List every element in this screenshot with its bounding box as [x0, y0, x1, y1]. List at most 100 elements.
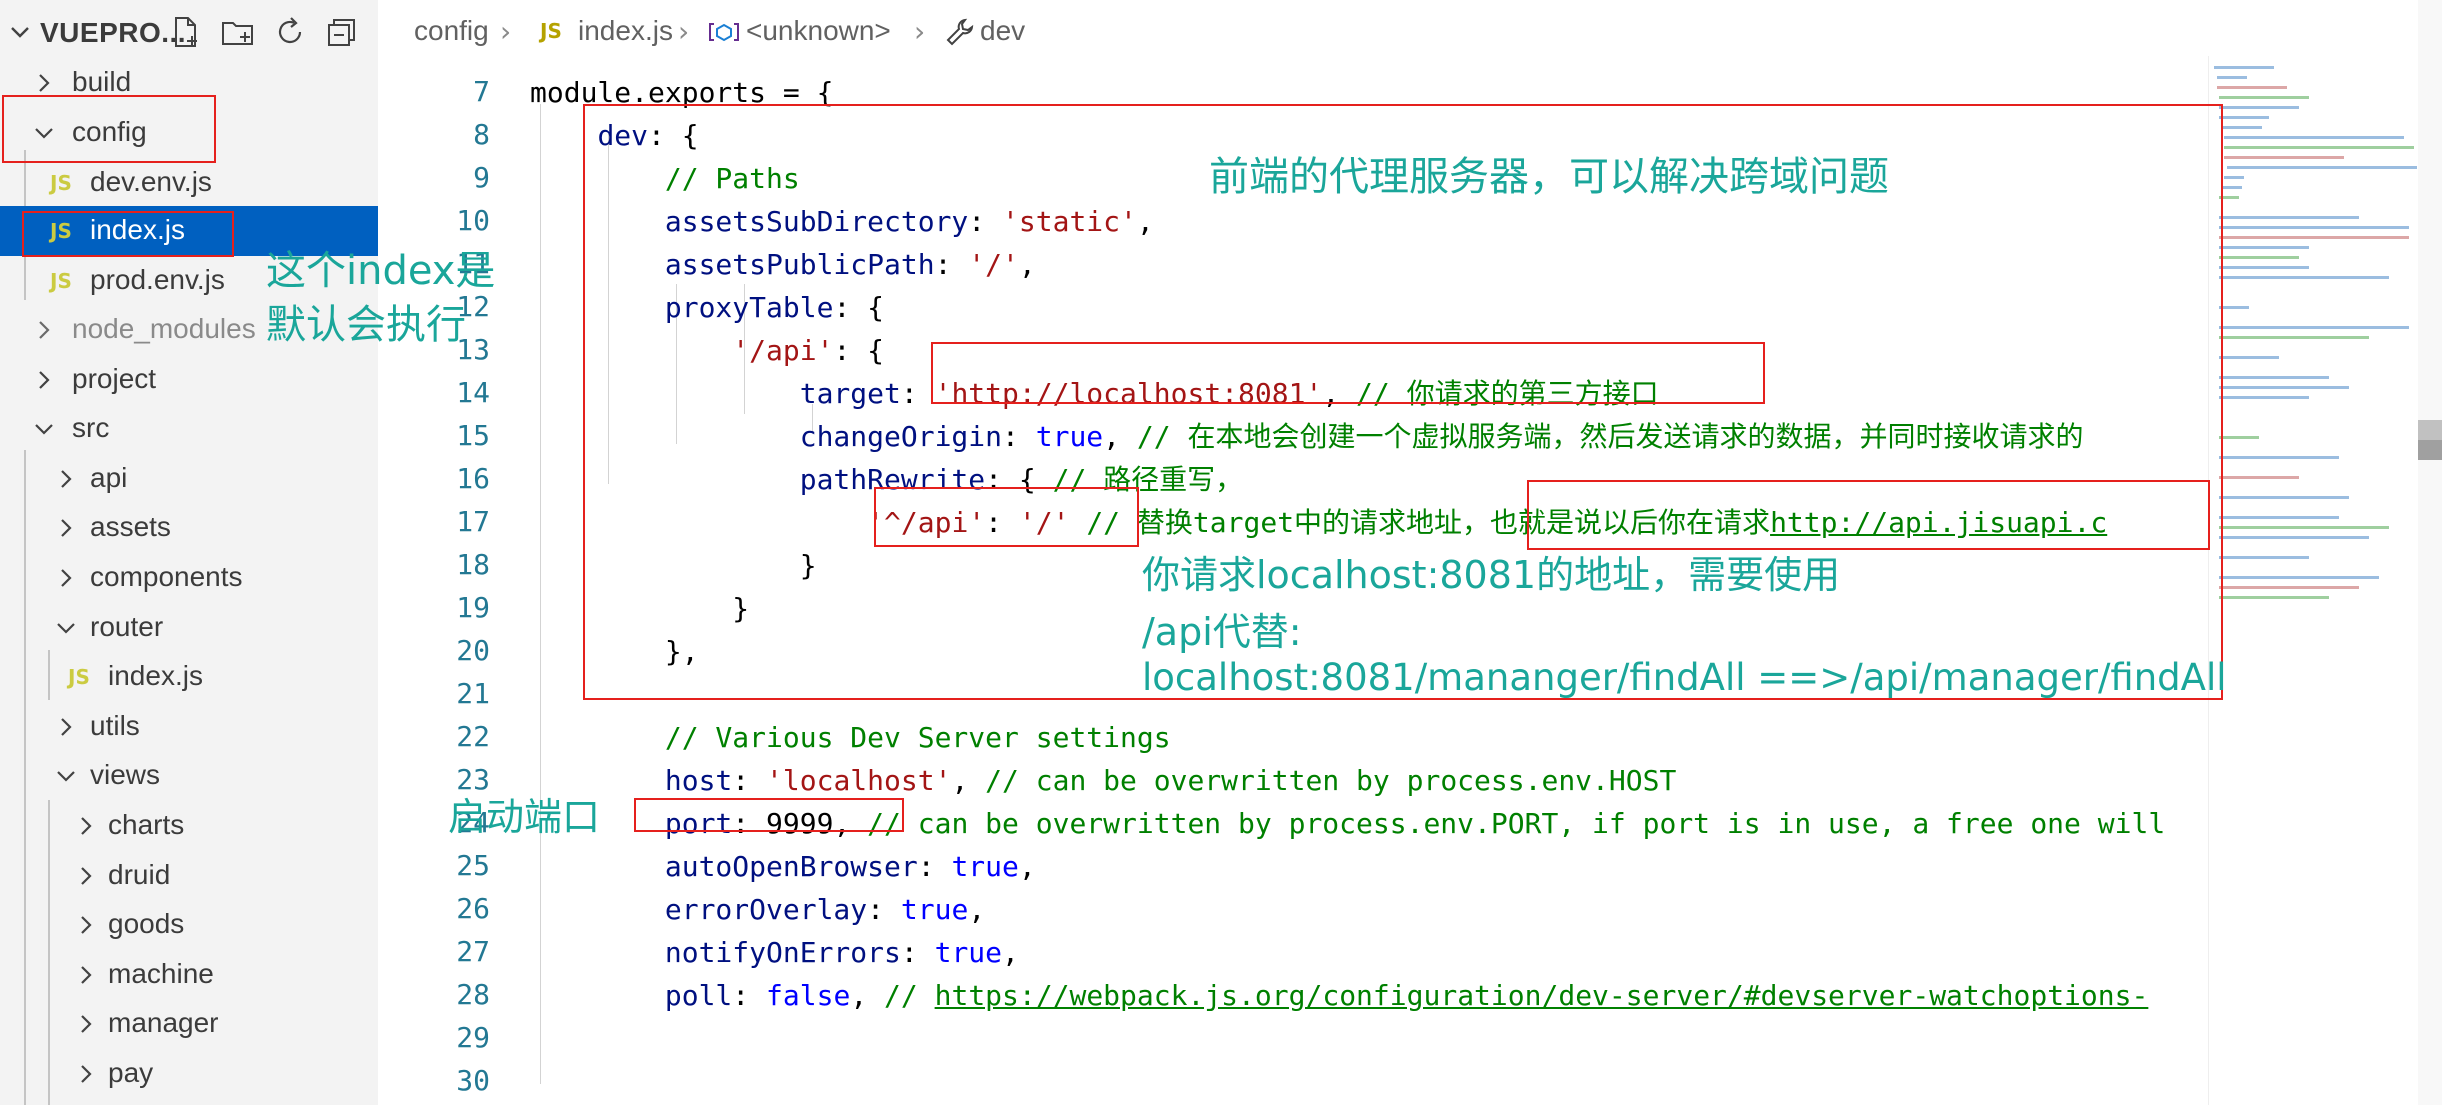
minimap-line — [2219, 226, 2409, 229]
minimap-line — [2219, 516, 2339, 519]
line-number: 29 — [456, 1021, 490, 1054]
tree-item-druid[interactable]: druid — [0, 851, 378, 901]
minimap-line — [2216, 76, 2247, 79]
tree-item-machine[interactable]: machine — [0, 950, 378, 1000]
tree-item-label: views — [90, 759, 161, 790]
minimap-line — [2224, 146, 2414, 149]
tree-item-label: dev.env.js — [90, 166, 212, 197]
minimap-line — [2224, 176, 2244, 179]
minimap-line — [2219, 246, 2309, 249]
chevron-right-icon — [81, 1065, 92, 1083]
line-number: 22 — [456, 720, 490, 753]
code-line[interactable]: host: 'localhost', // can be overwritten… — [530, 759, 1676, 802]
tree-item-src[interactable]: src — [0, 404, 378, 454]
js-file-icon: JS — [68, 665, 90, 689]
breadcrumb-symbol[interactable]: <unknown> — [746, 15, 891, 47]
tree-item-label: utils — [90, 710, 140, 741]
minimap-line — [2221, 186, 2242, 189]
minimap-line — [2219, 526, 2389, 529]
minimap-line — [2219, 216, 2359, 219]
minimap-line — [2226, 166, 2417, 169]
code-line[interactable]: errorOverlay: true, — [530, 888, 985, 931]
chevron-down-icon — [57, 623, 75, 634]
minimap-line — [2219, 586, 2359, 589]
code-token: // — [884, 979, 935, 1012]
annotation-box-api-rewrite — [874, 487, 1139, 547]
tree-item-assets[interactable]: assets — [0, 503, 378, 553]
tree-item-views[interactable]: views — [0, 751, 378, 801]
code-line[interactable]: poll: false, // https://webpack.js.org/c… — [530, 974, 2148, 1017]
code-link[interactable]: https://webpack.js.org/configuration/dev… — [935, 979, 2149, 1012]
annotation-api-note: 你请求localhost:8081的地址，需要使用 — [1142, 553, 1841, 597]
explorer-title[interactable]: VUEPRO... — [40, 17, 186, 49]
chevron-right-icon — [81, 817, 92, 835]
tree-item-charts[interactable]: charts — [0, 801, 378, 851]
tree-item-label: node_modules — [72, 313, 256, 344]
line-number: 21 — [456, 677, 490, 710]
tree-item-project[interactable]: project — [0, 355, 378, 405]
tree-item-goods[interactable]: goods — [0, 900, 378, 950]
tree-item-label: charts — [108, 809, 185, 840]
scrollbar-thumb[interactable] — [2418, 440, 2442, 460]
annotation-box-config — [2, 95, 216, 163]
code-token: , — [1002, 936, 1019, 969]
chevron-right-icon — [81, 966, 92, 984]
refresh-icon[interactable] — [272, 14, 308, 50]
code-token: : — [867, 893, 901, 926]
line-number: 9 — [473, 161, 490, 194]
line-number: 7 — [473, 75, 490, 108]
new-file-icon[interactable] — [168, 14, 204, 50]
new-folder-icon[interactable] — [220, 14, 256, 50]
minimap-line — [2221, 126, 2262, 129]
code-line[interactable]: // Various Dev Server settings — [530, 716, 1171, 759]
line-number: 16 — [456, 462, 490, 495]
minimap-line — [2219, 336, 2369, 339]
breadcrumb-separator: › — [678, 15, 690, 48]
code-token: // can be overwritten by process.env.POR… — [867, 807, 2166, 840]
collapse-all-icon[interactable] — [324, 14, 360, 50]
chevron-right-icon — [39, 371, 50, 389]
breadcrumb-folder[interactable]: config — [414, 15, 489, 47]
annotation-box-target — [931, 342, 1765, 404]
breadcrumb-file[interactable]: index.js — [578, 15, 673, 47]
breadcrumb-property[interactable]: dev — [980, 15, 1025, 47]
tree-item-components[interactable]: components — [0, 553, 378, 603]
tree-item-router-index-js[interactable]: JS index.js — [0, 652, 378, 702]
tree-item-router[interactable]: router — [0, 603, 378, 653]
annotation-port-note: 启动端口 — [448, 795, 601, 839]
tree-item-label: manager — [108, 1007, 219, 1038]
code-token: notifyOnErrors — [664, 936, 901, 969]
minimap-line — [2219, 556, 2309, 559]
code-token: // Various Dev Server settings — [664, 721, 1171, 754]
breadcrumb-separator: › — [500, 15, 512, 48]
chevron-down-icon[interactable] — [8, 20, 32, 44]
code-token: autoOpenBrowser — [664, 850, 918, 883]
tree-item-label: goods — [108, 908, 185, 939]
line-number: 19 — [456, 591, 490, 624]
code-token: : — [900, 936, 935, 969]
line-number: 28 — [456, 978, 490, 1011]
tree-item-api[interactable]: api — [0, 454, 378, 504]
chevron-down-icon — [35, 424, 53, 435]
js-file-icon: JS — [50, 171, 72, 195]
tree-item-manager[interactable]: manager — [0, 999, 378, 1049]
annotation-index-note: 这个index是 — [266, 248, 496, 294]
tree-item-pay[interactable]: pay — [0, 1049, 378, 1099]
code-token: : — [732, 979, 767, 1012]
tree-item-dev-env-js[interactable]: JS dev.env.js — [0, 158, 378, 208]
chevron-right-icon — [61, 718, 72, 736]
tree-item-utils[interactable]: utils — [0, 702, 378, 752]
tree-item-label: index.js — [108, 660, 203, 691]
tree-item-label: machine — [108, 958, 214, 989]
minimap[interactable] — [2208, 56, 2418, 1105]
tree-item-label: build — [72, 66, 132, 97]
tree-item-label: components — [90, 561, 243, 592]
code-line[interactable]: notifyOnErrors: true, — [530, 931, 1019, 974]
vertical-scrollbar[interactable] — [2418, 0, 2442, 1105]
code-token: 'localhost' — [766, 764, 952, 797]
minimap-line — [2224, 136, 2404, 139]
code-line[interactable]: autoOpenBrowser: true, — [530, 845, 1036, 888]
js-file-icon: JS — [50, 269, 72, 293]
